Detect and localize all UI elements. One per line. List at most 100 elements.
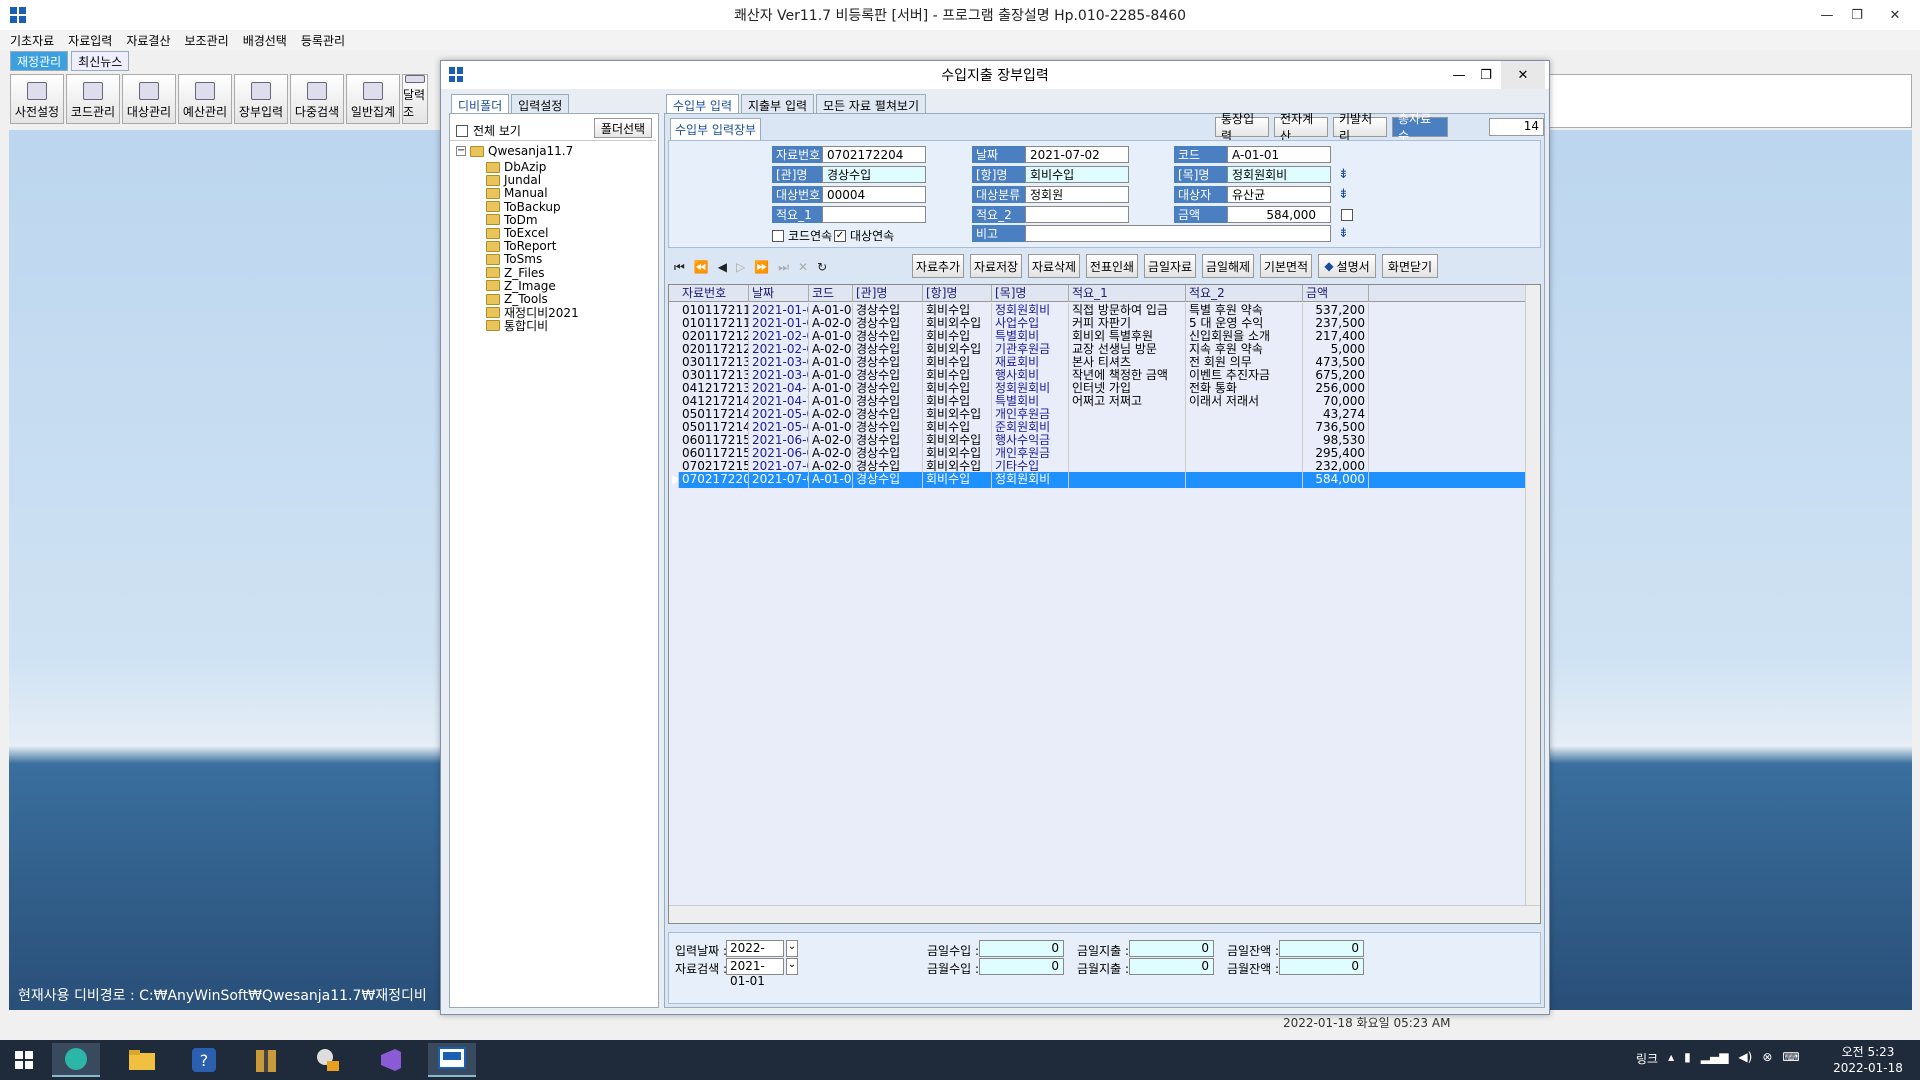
code-continue-checkbox[interactable]: 코드연속	[772, 227, 832, 244]
date-field[interactable]: 2021-07-02	[1025, 146, 1129, 163]
help-lock-icon[interactable]	[304, 1043, 352, 1077]
toolbar-button-search[interactable]: 다중검색	[290, 74, 344, 124]
save-record-button[interactable]: 자료저장	[970, 254, 1022, 278]
column-header[interactable]: 코드	[809, 285, 853, 302]
column-header[interactable]: [목]명	[992, 285, 1069, 302]
checkbox-box[interactable]	[456, 124, 468, 137]
input-date-field[interactable]: 2022-01-18	[726, 940, 784, 970]
first-record-icon[interactable]: ⏮	[674, 260, 685, 275]
toolbar-button-calendar[interactable]: 달력조	[402, 74, 428, 124]
menu-item[interactable]: 등록관리	[301, 32, 345, 49]
column-header[interactable]: [관]명	[853, 285, 923, 302]
column-header[interactable]: 금액	[1303, 285, 1369, 302]
add-record-button[interactable]: 자료추가	[912, 254, 964, 278]
mok-field[interactable]: 정회원회비	[1227, 166, 1331, 183]
taskbar-clock[interactable]: 오전 5:23 2022-01-18	[1820, 1044, 1916, 1076]
sub-close-button[interactable]: ✕	[1501, 61, 1545, 89]
menu-item[interactable]: 배경선택	[243, 32, 287, 49]
toolbar-button-targets[interactable]: 대상관리	[122, 74, 176, 124]
search-date-dropdown[interactable]: ⌄	[786, 958, 798, 975]
column-header[interactable]: 날짜	[749, 285, 809, 302]
column-header[interactable]: [항]명	[923, 285, 992, 302]
archive-icon[interactable]	[242, 1043, 290, 1077]
tab-news[interactable]: 최신뉴스	[71, 51, 130, 71]
today-clear-button[interactable]: 금일해제	[1202, 254, 1254, 278]
visual-studio-icon[interactable]	[366, 1043, 414, 1077]
tab-finance[interactable]: 재정관리	[10, 51, 69, 71]
volume-icon[interactable]: ◀)	[1738, 1050, 1752, 1067]
prev-page-icon[interactable]: ⏪	[694, 260, 709, 274]
tray-link-text[interactable]: 링크	[1636, 1050, 1658, 1067]
doc-no-field[interactable]: 0702172204	[822, 146, 926, 163]
menu-item[interactable]: 자료입력	[68, 32, 112, 49]
lookup-icon[interactable]: ⇟	[1338, 227, 1352, 241]
delete-record-button[interactable]: 자료삭제	[1028, 254, 1080, 278]
note-field[interactable]	[1025, 225, 1331, 242]
horizontal-scrollbar[interactable]	[669, 905, 1540, 923]
column-header[interactable]: 적요_2	[1186, 285, 1303, 302]
sub-maximize-button[interactable]: ❐	[1468, 61, 1504, 89]
notification-off-icon[interactable]: ⊗	[1762, 1050, 1772, 1067]
help-icon[interactable]: ?	[180, 1043, 228, 1077]
network-icon[interactable]: ▂▄▆	[1701, 1050, 1729, 1067]
file-explorer-icon[interactable]	[118, 1043, 166, 1077]
next-page-icon[interactable]: ⏩	[754, 260, 769, 274]
ledger-app-icon[interactable]	[428, 1043, 476, 1077]
manual-button[interactable]: ◆ 설명서	[1318, 254, 1376, 278]
toolbar-button-presets[interactable]: 사전설정	[10, 74, 64, 124]
target-no-field[interactable]: 00004	[822, 186, 926, 203]
close-button[interactable]: ✕	[1872, 0, 1918, 30]
tray-expand-icon[interactable]: ▴	[1668, 1050, 1674, 1067]
key-process-button[interactable]: 키발처리	[1333, 112, 1387, 143]
start-icon[interactable]	[0, 1043, 48, 1077]
sub-app-icon[interactable]	[449, 67, 464, 82]
search-date-field[interactable]: 2021-01-01	[726, 958, 784, 988]
toolbar-button-ledger[interactable]: 장부입력	[234, 74, 288, 124]
cancel-edit-icon[interactable]: ✕	[798, 260, 808, 274]
amount-checkbox[interactable]	[1341, 209, 1353, 221]
memo1-field[interactable]	[822, 206, 926, 223]
hang-field[interactable]: 회비수입	[1025, 166, 1129, 183]
app-icon[interactable]	[10, 7, 26, 23]
gwan-field[interactable]: 경상수입	[822, 166, 926, 183]
menu-item[interactable]: 기초자료	[10, 32, 54, 49]
vertical-scrollbar[interactable]	[1525, 285, 1540, 905]
amount-field[interactable]: 584,000	[1227, 206, 1331, 223]
target-continue-checkbox[interactable]: ✓ 대상연속	[834, 227, 894, 244]
collapse-icon[interactable]: −	[456, 146, 466, 156]
column-header[interactable]: 적요_1	[1069, 285, 1186, 302]
lookup-icon[interactable]: ⇟	[1338, 188, 1352, 202]
menu-item[interactable]: 자료결산	[126, 32, 170, 49]
column-header[interactable]: 자료번호	[679, 285, 749, 302]
code-field[interactable]: A-01-01	[1227, 146, 1331, 163]
bankbook-button[interactable]: 통장입력	[1215, 112, 1269, 143]
print-voucher-button[interactable]: 전표인쇄	[1086, 254, 1138, 278]
toolbar-button-summary[interactable]: 일반집계	[346, 74, 400, 124]
checkbox-box[interactable]	[772, 229, 784, 242]
today-records-button[interactable]: 금일자료	[1144, 254, 1196, 278]
target-person-field[interactable]: 유산균	[1227, 186, 1331, 203]
battery-icon[interactable]: ▮	[1684, 1050, 1691, 1067]
menu-item[interactable]: 보조관리	[185, 32, 229, 49]
browser-icon[interactable]	[52, 1043, 100, 1077]
target-class-field[interactable]: 정회원	[1025, 186, 1129, 203]
lookup-icon[interactable]: ⇟	[1338, 168, 1352, 182]
view-all-checkbox[interactable]: 전체 보기	[456, 122, 521, 139]
tree-folder-item[interactable]: 통합디비	[486, 317, 548, 333]
last-record-icon[interactable]: ⏭	[778, 260, 789, 275]
toolbar-button-codes[interactable]: 코드관리	[66, 74, 120, 124]
next-record-icon[interactable]: ▷	[736, 260, 745, 274]
total-count-button[interactable]: 총자료수	[1392, 112, 1448, 143]
folder-select-button[interactable]: 폴더선택	[594, 118, 652, 138]
memo2-field[interactable]	[1025, 206, 1129, 223]
prev-record-icon[interactable]: ◀	[718, 260, 727, 274]
checkbox-checked[interactable]: ✓	[834, 229, 846, 242]
keyboard-icon[interactable]: ⌨	[1782, 1050, 1799, 1067]
toolbar-button-budget[interactable]: 예산관리	[178, 74, 232, 124]
close-screen-button[interactable]: 화면닫기	[1382, 254, 1438, 278]
tree-root[interactable]: − Qwesanja11.7	[456, 143, 573, 159]
default-area-button[interactable]: 기본면적	[1260, 254, 1312, 278]
calculator-button[interactable]: 전자계산	[1274, 112, 1328, 143]
input-date-dropdown[interactable]: ⌄	[786, 940, 798, 957]
table-row[interactable]: ▶07021722042021-07-02A-01-01경상수입회비수입정회원회…	[669, 472, 1525, 488]
